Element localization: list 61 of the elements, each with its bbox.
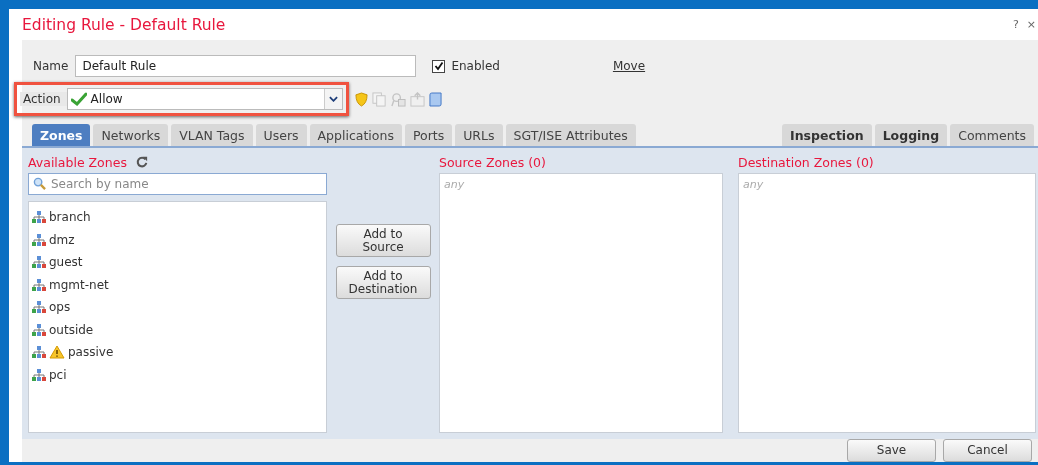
zone-item[interactable]: pci bbox=[29, 363, 326, 386]
tab[interactable]: Comments bbox=[950, 124, 1034, 146]
copy-icon[interactable] bbox=[371, 91, 387, 107]
zone-name: dmz bbox=[49, 232, 75, 247]
tab[interactable]: URLs bbox=[455, 124, 503, 146]
name-field[interactable]: Default Rule bbox=[75, 55, 417, 77]
zone-item[interactable]: ops bbox=[29, 296, 326, 319]
tab[interactable]: SGT/ISE Attributes bbox=[505, 124, 636, 146]
checkmark-icon bbox=[70, 92, 87, 106]
enabled-label: Enabled bbox=[451, 59, 500, 73]
network-icon bbox=[32, 346, 46, 359]
network-icon bbox=[32, 278, 46, 291]
source-zones-heading: Source Zones (0) bbox=[439, 154, 546, 170]
name-label: Name bbox=[32, 59, 70, 73]
add-button[interactable]: Add to Destination bbox=[335, 266, 431, 299]
zone-name: ops bbox=[49, 300, 71, 315]
move-link[interactable]: Move bbox=[612, 59, 646, 73]
tab[interactable]: Users bbox=[255, 124, 307, 146]
zone-item[interactable]: dmz bbox=[29, 228, 326, 251]
network-icon bbox=[32, 211, 46, 224]
zone-item[interactable]: guest bbox=[29, 251, 326, 274]
help-button[interactable]: ? bbox=[1010, 18, 1021, 31]
zone-item[interactable]: mgmt-net bbox=[29, 273, 326, 296]
zone-name: outside bbox=[49, 322, 94, 337]
zone-name: passive bbox=[68, 345, 114, 360]
search-field[interactable]: Search by name bbox=[28, 173, 327, 195]
zone-name: mgmt-net bbox=[49, 277, 109, 292]
destination-zones-heading: Destination Zones (0) bbox=[738, 154, 874, 170]
zone-item[interactable]: branch bbox=[29, 206, 326, 229]
zone-name: guest bbox=[49, 255, 83, 270]
dialog-button[interactable]: Cancel bbox=[943, 439, 1032, 462]
tab[interactable]: Logging bbox=[874, 124, 948, 146]
add-button[interactable]: Add to Source bbox=[335, 224, 431, 257]
any-text: any bbox=[743, 178, 764, 191]
tab[interactable]: Zones bbox=[32, 124, 91, 146]
action-dropdown[interactable]: Allow bbox=[66, 88, 343, 110]
tab[interactable]: Applications bbox=[309, 124, 402, 146]
network-icon bbox=[32, 301, 46, 314]
available-zones-heading: Available Zones bbox=[28, 154, 127, 170]
dialog-button[interactable]: Save bbox=[847, 439, 936, 462]
enabled-checkbox[interactable] bbox=[432, 59, 446, 73]
refresh-icon[interactable] bbox=[135, 156, 148, 168]
close-button[interactable]: × bbox=[1024, 18, 1038, 31]
zone-name: pci bbox=[49, 367, 67, 382]
caret-icon bbox=[328, 96, 338, 102]
zone-item[interactable]: outside bbox=[29, 318, 326, 341]
tab[interactable]: Networks bbox=[93, 124, 169, 146]
network-icon bbox=[32, 368, 46, 381]
tab[interactable]: Ports bbox=[404, 124, 453, 146]
tab[interactable]: VLAN Tags bbox=[171, 124, 253, 146]
search-icon bbox=[33, 177, 46, 190]
zone-name: branch bbox=[49, 210, 91, 225]
network-icon bbox=[32, 233, 46, 246]
network-icon bbox=[32, 256, 46, 269]
network-icon bbox=[32, 323, 46, 336]
action-label: Action bbox=[20, 92, 67, 106]
shield-icon[interactable] bbox=[354, 91, 368, 107]
window-title: Editing Rule - Default Rule bbox=[22, 15, 226, 34]
zone-item[interactable]: passive bbox=[29, 341, 326, 364]
tab[interactable]: Inspection bbox=[782, 124, 872, 146]
any-text: any bbox=[444, 178, 465, 191]
